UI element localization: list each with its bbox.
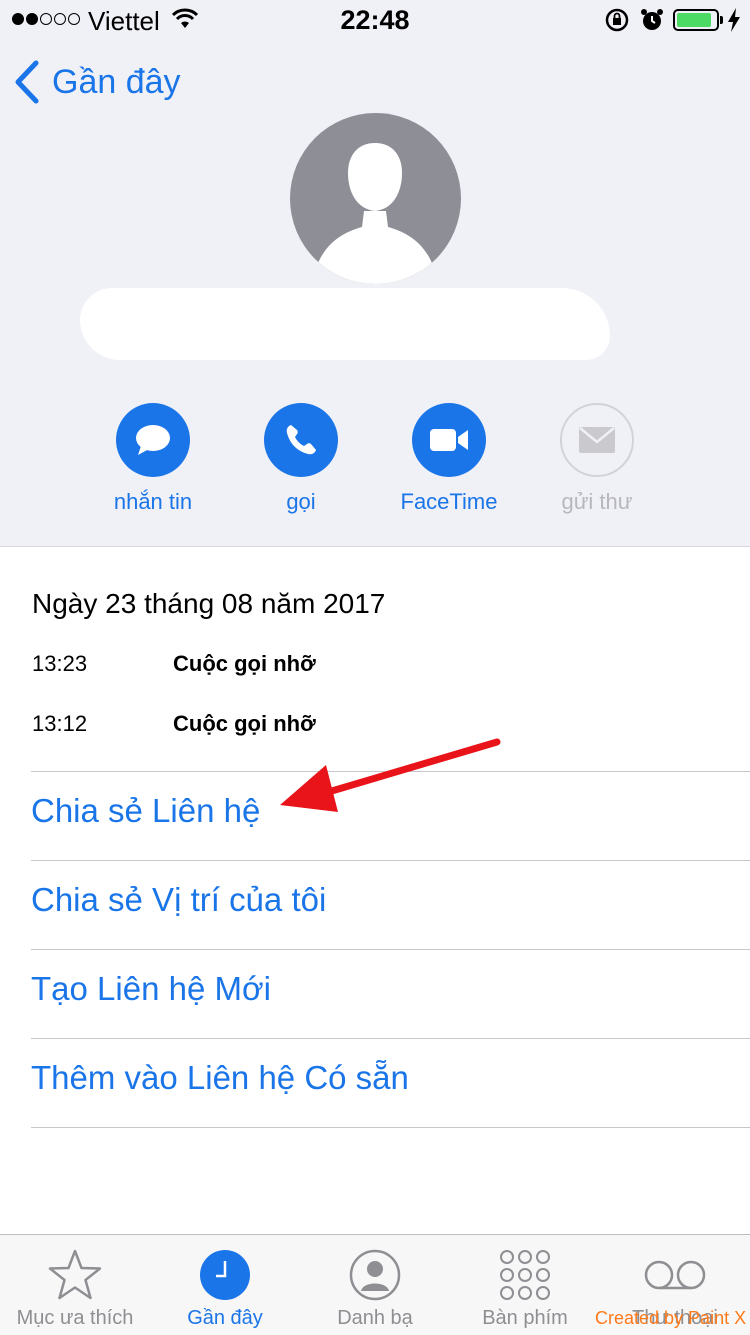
call-type: Cuộc gọi nhỡ [173,711,316,736]
add-to-contact-button[interactable]: Thêm vào Liên hệ Có sẵn [31,1038,750,1127]
battery-icon [673,9,719,31]
keypad-icon [450,1245,600,1305]
call-button[interactable]: gọi [231,403,371,515]
list-divider [31,1127,750,1128]
mail-label: gửi thư [561,489,633,514]
contact-name-redacted [80,288,610,360]
video-icon [412,403,486,477]
person-silhouette-icon [312,143,438,284]
clock-icon [150,1245,300,1305]
call-label: gọi [286,489,316,514]
rotation-lock-icon [605,8,629,32]
avatar [290,113,461,284]
battery-tip [720,16,723,24]
tab-recents[interactable]: Gần đây [150,1245,300,1335]
mail-button: gửi thư [527,403,667,515]
back-button[interactable]: Gần đây [14,60,181,104]
tab-contacts[interactable]: Danh bạ [300,1245,450,1335]
charging-icon [728,8,740,32]
share-location-button[interactable]: Chia sẻ Vị trí của tôi [31,860,750,949]
share-location-label: Chia sẻ Vị trí của tôi [31,881,327,918]
back-label: Gần đây [52,62,181,101]
phone-icon [264,403,338,477]
facetime-button[interactable]: FaceTime [379,403,519,515]
call-type: Cuộc gọi nhỡ [173,651,316,676]
tab-label: Gần đây [187,1307,263,1329]
message-button[interactable]: nhắn tin [83,403,223,515]
share-contact-button[interactable]: Chia sẻ Liên hệ [31,771,750,860]
alarm-icon [641,9,663,30]
tab-label: Bàn phím [482,1307,568,1329]
mail-icon [560,403,634,477]
facetime-label: FaceTime [400,489,498,514]
message-label: nhắn tin [113,489,193,514]
status-time: 22:48 [340,5,410,35]
call-date: Ngày 23 tháng 08 năm 2017 [32,588,386,619]
tab-label: Mục ưa thích [16,1307,134,1329]
star-icon [0,1245,150,1305]
message-icon [116,403,190,477]
call-time: 13:12 [32,711,88,736]
add-to-contact-label: Thêm vào Liên hệ Có sẵn [31,1059,409,1096]
create-contact-label: Tạo Liên hệ Mới [31,970,271,1007]
share-contact-label: Chia sẻ Liên hệ [31,792,261,829]
tab-keypad[interactable]: Bàn phím [450,1245,600,1335]
tab-favorites[interactable]: Mục ưa thích [0,1245,150,1335]
voicemail-icon [600,1245,750,1305]
status-bar: Viettel 22:48 [0,0,750,40]
chevron-left-icon [15,60,39,104]
create-contact-button[interactable]: Tạo Liên hệ Mới [31,949,750,1038]
call-time: 13:23 [32,651,88,676]
header-divider [0,546,750,547]
contacts-icon [300,1245,450,1305]
watermark: Created by Paint X [595,1308,747,1328]
tab-label: Danh bạ [337,1307,413,1329]
